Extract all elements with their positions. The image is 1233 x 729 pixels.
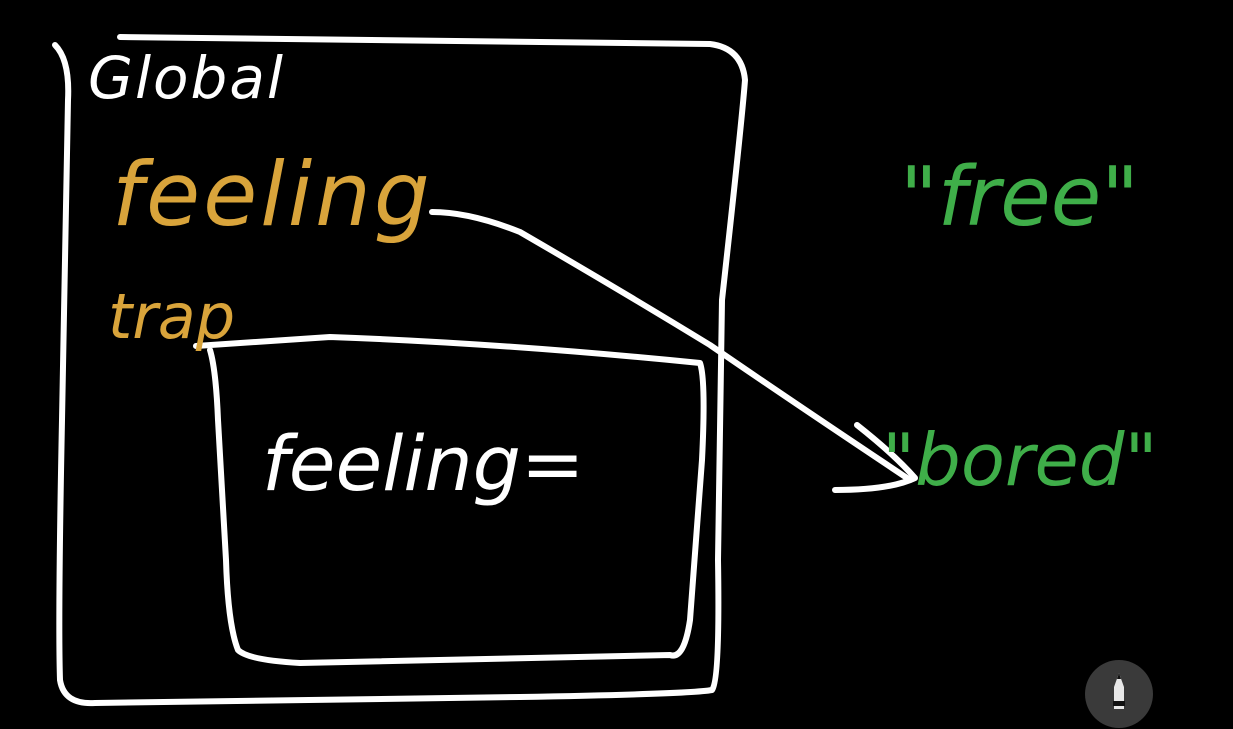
value-free-label: "free" [900, 150, 1139, 245]
pencil-icon [1113, 673, 1125, 709]
inner-assignment-label: feeling= [262, 419, 585, 508]
global-label: Global [88, 44, 285, 112]
pencil-tool-button[interactable] [1085, 660, 1153, 728]
function-name-label: trap [108, 280, 235, 353]
global-scope-box [52, 34, 748, 707]
drawing-layer: Global feeling trap feeling= "free" "bor… [52, 34, 1158, 707]
value-bored-label: "bored" [882, 418, 1158, 502]
outer-variable-label: feeling [112, 143, 433, 246]
whiteboard-canvas[interactable]: Global feeling trap feeling= "free" "bor… [0, 0, 1233, 729]
